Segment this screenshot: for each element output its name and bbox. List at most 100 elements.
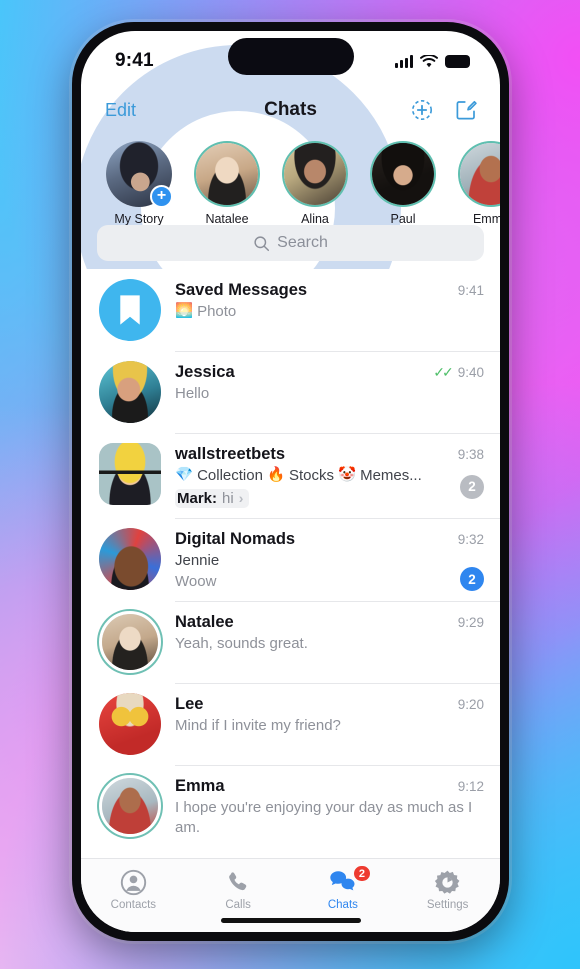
compose-icon[interactable]	[454, 98, 478, 122]
chat-preview-text: I hope you're enjoying your day as much …	[175, 799, 473, 837]
avatar	[196, 143, 258, 205]
avatar	[460, 143, 500, 205]
gear-icon	[395, 867, 500, 897]
reply-text: hi	[222, 489, 234, 507]
chat-preview: 🌅 Photo	[175, 302, 484, 322]
table-row[interactable]: Saved Messages 9:41 🌅 Photo	[81, 269, 500, 351]
search-placeholder: Search	[277, 234, 328, 251]
tab-label: Contacts	[110, 899, 157, 911]
phone-icon	[186, 867, 291, 897]
chat-time: ✓✓ 9:40	[433, 364, 484, 380]
nav-actions	[410, 98, 478, 122]
avatar	[99, 361, 161, 423]
add-story-icon[interactable]	[410, 98, 434, 122]
avatar	[99, 527, 161, 590]
story-label: Paul	[390, 212, 416, 225]
avatar	[99, 693, 161, 756]
bookmark-icon	[120, 295, 140, 325]
tab-label: Chats	[327, 899, 358, 911]
avatar	[372, 143, 434, 205]
story-ring	[194, 141, 260, 207]
clown-icon: 🤡	[338, 467, 357, 484]
table-row[interactable]: Digital Nomads 9:32 Jennie Woow 2	[81, 517, 500, 602]
table-row[interactable]: Emma 9:12 I hope you're enjoying your da…	[81, 765, 500, 848]
row-content: wallstreetbets 9:38 💎 Collection 🔥 Stocks …	[161, 443, 484, 508]
chat-name: Emma	[175, 777, 225, 796]
gem-icon: 💎	[175, 467, 194, 484]
chat-preview: Mind if I invite my friend?	[175, 716, 484, 736]
tab-contacts[interactable]: Contacts	[81, 867, 186, 911]
chat-preview-text: Photo	[197, 303, 237, 320]
chat-preview: Woow	[175, 572, 452, 592]
reply-chip[interactable]: Mark: hi ›	[175, 488, 250, 508]
tab-label: Calls	[225, 899, 251, 911]
cellular-bars-icon	[395, 54, 413, 68]
chat-preview-text: Woow	[175, 572, 217, 590]
row-content: Jessica ✓✓ 9:40 Hello	[161, 361, 484, 423]
story-ring: +	[106, 141, 173, 208]
tab-calls[interactable]: Calls	[186, 867, 291, 911]
chat-name: Lee	[175, 695, 204, 714]
table-row[interactable]: wallstreetbets 9:38 💎 Collection 🔥 Stocks …	[81, 433, 500, 518]
chat-preview-text: Hello	[175, 385, 210, 402]
search-icon	[254, 235, 270, 251]
chat-list[interactable]: Saved Messages 9:41 🌅 Photo Jessica ✓✓ 9…	[81, 269, 500, 858]
search-bar-container: Search	[81, 225, 500, 269]
chat-time: 9:20	[457, 697, 484, 713]
story-item-emma[interactable]: Emma	[455, 141, 500, 225]
story-ring	[282, 141, 348, 207]
chat-preview-text: Mind if I invite my friend?	[175, 717, 341, 735]
row-content: Saved Messages 9:41 🌅 Photo	[161, 279, 484, 341]
home-indicator	[220, 918, 361, 923]
tab-bar[interactable]: Contacts Calls 2 Chats Settings	[81, 858, 500, 932]
tag-label: Stocks	[289, 467, 335, 484]
row-content: Lee 9:20 Mind if I invite my friend?	[161, 693, 484, 755]
reply-preview-row: Mark: hi ›	[175, 486, 452, 508]
chat-preview: Yeah, sounds great.	[175, 634, 484, 654]
table-row[interactable]: Natalee 9:29 Yeah, sounds great.	[81, 601, 500, 683]
chat-name: wallstreetbets	[175, 445, 286, 463]
story-ring	[370, 141, 436, 207]
row-content: Natalee 9:29 Yeah, sounds great.	[161, 611, 484, 673]
search-input[interactable]: Search	[97, 225, 484, 261]
chat-name: Saved Messages	[175, 281, 308, 299]
chat-time: 9:32	[457, 531, 484, 547]
add-story-plus-badge[interactable]: +	[150, 185, 173, 208]
stories-row[interactable]: + My Story Natalee Alina Paul Emm	[81, 133, 500, 225]
chevron-right-icon: ›	[238, 490, 244, 507]
avatar	[284, 143, 346, 205]
story-item-natalee[interactable]: Natalee	[191, 141, 263, 225]
table-row[interactable]: Jessica ✓✓ 9:40 Hello	[81, 351, 500, 433]
story-item-paul[interactable]: Paul	[367, 141, 439, 225]
read-receipt-icon: ✓✓	[433, 364, 454, 380]
story-label: Emma	[472, 212, 500, 225]
edit-button[interactable]: Edit	[105, 100, 136, 121]
story-item-alina[interactable]: Alina	[279, 141, 351, 225]
story-item-my-story[interactable]: + My Story	[103, 141, 175, 225]
chat-time: 9:12	[457, 779, 484, 795]
battery-icon	[445, 54, 470, 68]
status-bar-clock: 9:41	[115, 50, 154, 71]
dynamic-island	[227, 38, 354, 75]
chat-sender: Jennie	[175, 551, 452, 571]
chat-preview-text: Yeah, sounds great.	[175, 635, 308, 653]
avatar	[99, 443, 161, 505]
fire-icon: 🔥	[266, 467, 285, 484]
table-row[interactable]: Lee 9:20 Mind if I invite my friend?	[81, 683, 500, 765]
phone-device-frame: 9:41 Edit Chats + My Story Natalee Alina…	[72, 22, 509, 941]
story-ring	[458, 141, 500, 207]
chat-time: 9:38	[457, 447, 484, 462]
tab-settings[interactable]: Settings	[395, 867, 500, 911]
chat-preview: I hope you're enjoying your day as much …	[175, 798, 484, 838]
story-label: My Story	[114, 212, 164, 225]
unread-badge: 2	[460, 567, 484, 592]
wifi-icon	[420, 54, 438, 67]
chat-preview: Hello	[175, 384, 484, 404]
story-label: Alina	[301, 212, 329, 225]
chat-name: Natalee	[175, 613, 234, 632]
story-label: Natalee	[205, 212, 249, 225]
tab-chats[interactable]: 2 Chats	[291, 864, 396, 911]
row-content: Emma 9:12 I hope you're enjoying your da…	[161, 775, 484, 838]
chat-time: 9:41	[457, 283, 484, 298]
chat-name: Jessica	[175, 363, 235, 381]
